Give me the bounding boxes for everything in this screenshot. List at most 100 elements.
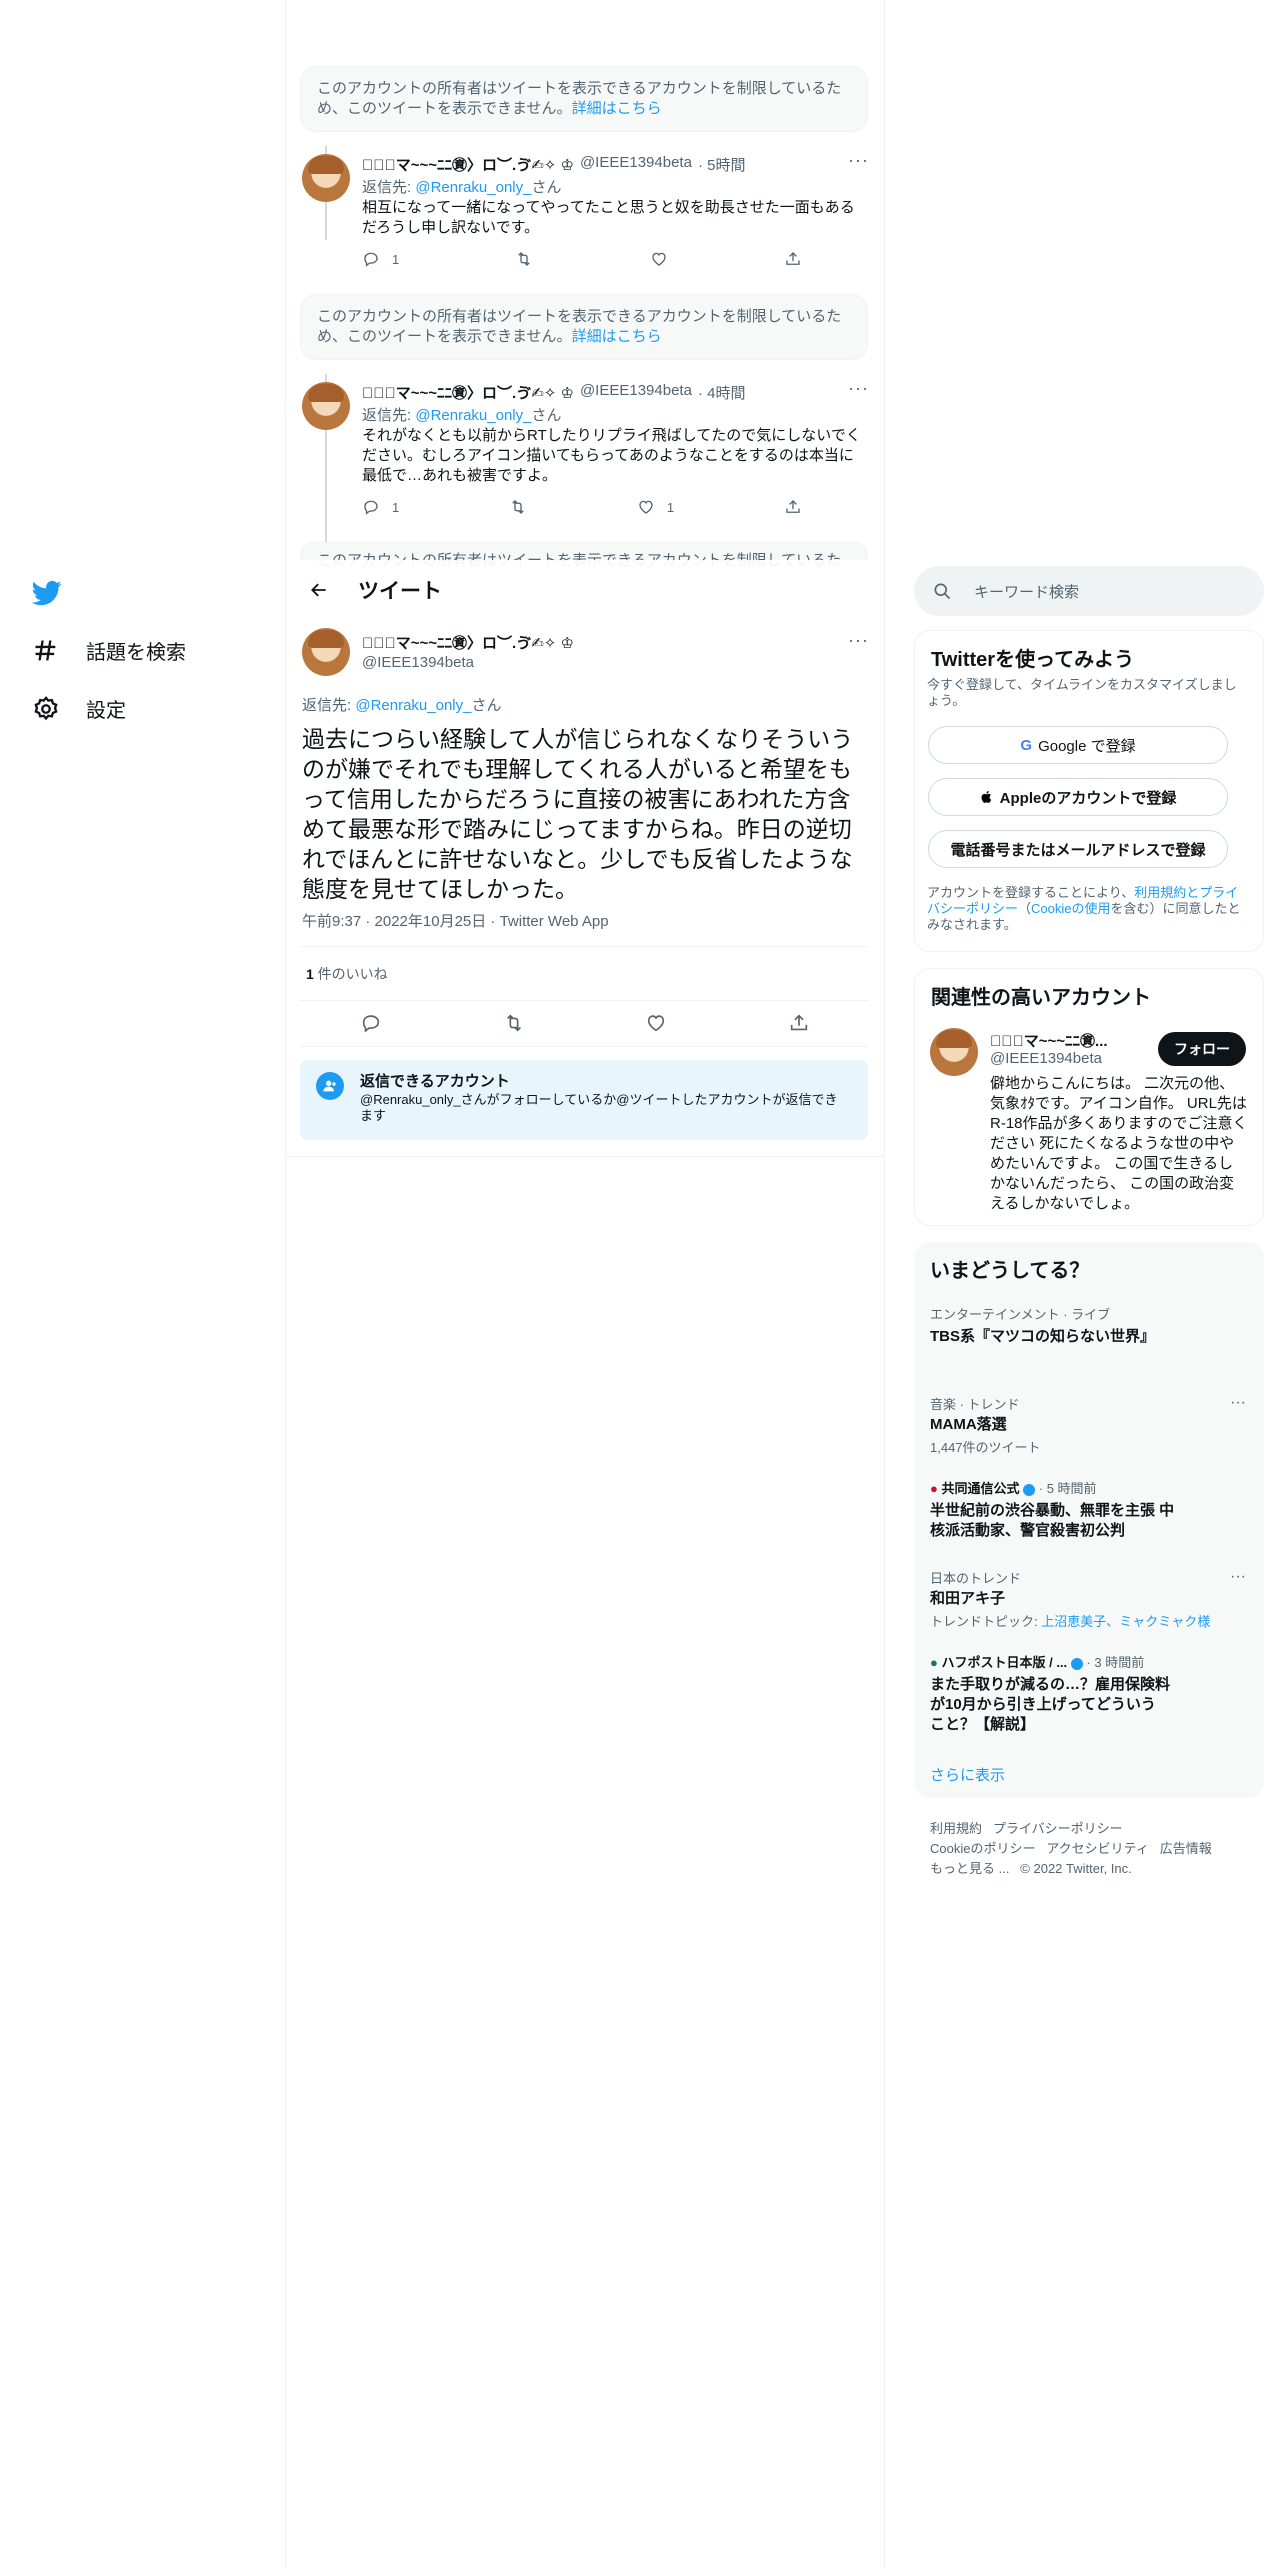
like-button[interactable]: 1 (637, 498, 674, 516)
phone-email-signup-button[interactable]: 電話番号またはメールアドレスで登録 (928, 830, 1228, 868)
gear-icon (34, 695, 58, 720)
reply-button[interactable]: 1 (362, 498, 399, 516)
learn-more-link[interactable]: 詳細はこちら (572, 100, 662, 117)
trend-topic: トレンドトピック: 上沼恵美子、ミャクミャク様 (930, 1611, 1230, 1630)
avatar[interactable] (302, 628, 350, 676)
signup-legal: アカウントを登録することにより、利用規約とプライバシーポリシー（Cookieの使… (927, 885, 1249, 933)
more-options-icon[interactable]: ··· (1230, 1394, 1246, 1412)
divider (286, 1156, 884, 1157)
share-button[interactable] (784, 498, 802, 516)
search-input[interactable]: キーワード検索 (974, 581, 1079, 602)
display-name[interactable]: ━ื⑱マ~~~ﾆﾆ㊮〉ロ︶.ゔ✍︎✧ ♔ (362, 154, 574, 175)
handle[interactable]: @IEEE1394beta (580, 154, 692, 175)
footer-privacy-link[interactable]: プライバシーポリシー (993, 1821, 1123, 1836)
trend-topic-link[interactable]: 上沼恵美子、ミャクミャク様 (1041, 1614, 1210, 1629)
divider (300, 1046, 868, 1047)
cookie-link[interactable]: Cookieの使用 (1031, 901, 1110, 916)
share-icon[interactable] (788, 1012, 810, 1034)
footer-row: Cookieのポリシー アクセシビリティ 広告情報 (930, 1838, 1212, 1857)
google-signup-button[interactable]: G Google で登録 (928, 726, 1228, 764)
more-options-icon[interactable]: ··· (848, 630, 869, 651)
follow-button[interactable]: フォロー (1158, 1032, 1246, 1066)
apple-signup-label: Appleのアカウントで登録 (999, 789, 1177, 807)
handle[interactable]: @IEEE1394beta (580, 382, 692, 403)
back-button[interactable] (302, 573, 336, 607)
show-more-link[interactable]: さらに表示 (930, 1764, 1005, 1785)
trend-name: 和田アキ子 (930, 1590, 1006, 1607)
related-title: 関連性の高いアカウント (931, 987, 1151, 1009)
tweet-timestamp[interactable]: 午前9:37 · 2022年10月25日 · Twitter Web App (302, 910, 609, 931)
learn-more-link[interactable]: 詳細はこちら (572, 328, 662, 345)
more-options-icon[interactable]: ··· (1230, 1568, 1246, 1586)
like-button[interactable] (650, 250, 668, 268)
trend-item[interactable]: 日本のトレンド 和田アキ子 トレンドトピック: 上沼恵美子、ミャクミャク様 (930, 1568, 1230, 1630)
trend-name: MAMA落選 (930, 1416, 1007, 1433)
reply-icon[interactable] (360, 1012, 382, 1034)
display-name[interactable]: ━ื⑱マ~~~ﾆﾆ㊮〉ロ︶.ゔ✍︎✧ ♔ (362, 632, 574, 653)
tweet-actions: 1 1 (362, 498, 802, 516)
footer-more-link[interactable]: もっと見る ... (930, 1861, 1009, 1876)
heart-icon[interactable] (645, 1012, 667, 1034)
legal-text: アカウントを登録することにより、 (927, 885, 1135, 900)
heart-icon (652, 252, 666, 266)
retweet-icon (518, 252, 531, 266)
reply-suffix: さん (531, 179, 562, 196)
share-button[interactable] (784, 250, 802, 268)
likes-summary[interactable]: 1 件のいいね (306, 964, 388, 984)
likes-label: 件のいいね (313, 966, 388, 982)
twitter-logo-icon[interactable] (31, 578, 62, 613)
avatar[interactable] (302, 382, 350, 430)
handle[interactable]: @IEEE1394beta (362, 654, 474, 671)
tweet-text: それがなくとも以前からRTしたりリプライ飛ばしてたので気にしないでください。むし… (362, 427, 861, 484)
reply-icon (364, 252, 378, 267)
search-box[interactable]: キーワード検索 (914, 566, 1264, 616)
kyodo-logo-icon: ● (930, 1481, 938, 1496)
footer-terms-link[interactable]: 利用規約 (930, 1821, 982, 1836)
reply-button[interactable]: 1 (362, 250, 399, 268)
footer-cookie-link[interactable]: Cookieのポリシー (930, 1841, 1035, 1856)
reply-prefix: 返信先: (302, 697, 356, 714)
footer-accessibility-link[interactable]: アクセシビリティ (1046, 1841, 1149, 1856)
trend-category: エンターテインメント · ライブ (930, 1307, 1111, 1322)
retweet-icon (512, 500, 524, 514)
tweet-header: ━ื⑱マ~~~ﾆﾆ㊮〉ロ︶.ゔ✍︎✧ ♔ @IEEE1394beta · 4時間 (362, 382, 745, 403)
news-source-row: ● 共同通信公式 · 5 時間前 (930, 1478, 1180, 1497)
trend-item[interactable]: 音楽 · トレンド MAMA落選 1,447件のツイート (930, 1394, 1041, 1456)
news-headline: 半世紀前の渋谷暴動、無罪を主張 中核派活動家、警官殺害初公判 (930, 1502, 1175, 1539)
footer-ads-link[interactable]: 広告情報 (1160, 1841, 1212, 1856)
related-bio: 僻地からこんにちは。 二次元の他、気象ｵﾀです。アイコン自作。 URL先はR-1… (990, 1075, 1248, 1212)
share-icon (786, 252, 800, 265)
reply-to-link[interactable]: @Renraku_only_ (355, 697, 471, 714)
reply-count: 1 (392, 499, 400, 515)
tweet-time[interactable]: · 4時間 (698, 382, 746, 403)
retweet-button[interactable] (509, 498, 527, 516)
news-source: ハフポスト日本版 / ... (941, 1655, 1068, 1670)
trend-item[interactable]: エンターテインメント · ライブ TBS系『マツコの知らない世界』 (930, 1304, 1155, 1347)
reply-suffix: さん (471, 697, 502, 714)
news-item[interactable]: ● ハフポスト日本版 / ... · 3 時間前 また手取りが減るの…？雇用保険… (930, 1652, 1170, 1735)
related-display-name[interactable]: ━ื⑱マ~~~ﾆﾆ㊮... (990, 1030, 1140, 1051)
reply-to-line: 返信先: @Renraku_only_さん (362, 404, 562, 425)
more-options-icon[interactable]: ··· (848, 150, 869, 171)
tweet-time[interactable]: · 5時間 (698, 154, 746, 175)
right-column-divider (884, 0, 885, 2568)
related-handle[interactable]: @IEEE1394beta (990, 1050, 1102, 1067)
reply-to-link[interactable]: @Renraku_only_ (415, 407, 531, 424)
nav-explore[interactable]: 話題を検索 (32, 636, 186, 665)
more-options-icon[interactable]: ··· (848, 378, 869, 399)
nav-settings[interactable]: 設定 (32, 694, 126, 723)
nav-explore-label: 話題を検索 (86, 642, 186, 664)
news-headline: また手取りが減るの…？雇用保険料が10月から引き上げってどういうこと？【解説】 (930, 1676, 1171, 1733)
reply-to-link[interactable]: @Renraku_only_ (415, 179, 531, 196)
reply-prefix: 返信先: (362, 179, 416, 196)
main-tweet-text: 過去につらい経験して人が信じられなくなりそういうのが嫌でそれでも理解してくれる人… (302, 726, 854, 902)
avatar[interactable] (302, 154, 350, 202)
retweet-button[interactable] (515, 250, 533, 268)
retweet-icon[interactable] (503, 1012, 525, 1034)
avatar[interactable] (930, 1028, 978, 1076)
apple-signup-button[interactable]: Appleのアカウントで登録 (928, 778, 1228, 816)
news-item[interactable]: ● 共同通信公式 · 5 時間前 半世紀前の渋谷暴動、無罪を主張 中核派活動家、… (930, 1478, 1180, 1541)
display-name[interactable]: ━ื⑱マ~~~ﾆﾆ㊮〉ロ︶.ゔ✍︎✧ ♔ (362, 382, 574, 403)
restricted-tweet-notice: このアカウントの所有者はツイートを表示できるアカウントを制限しているため、このツ… (300, 294, 868, 360)
hashtag-icon (35, 640, 56, 660)
